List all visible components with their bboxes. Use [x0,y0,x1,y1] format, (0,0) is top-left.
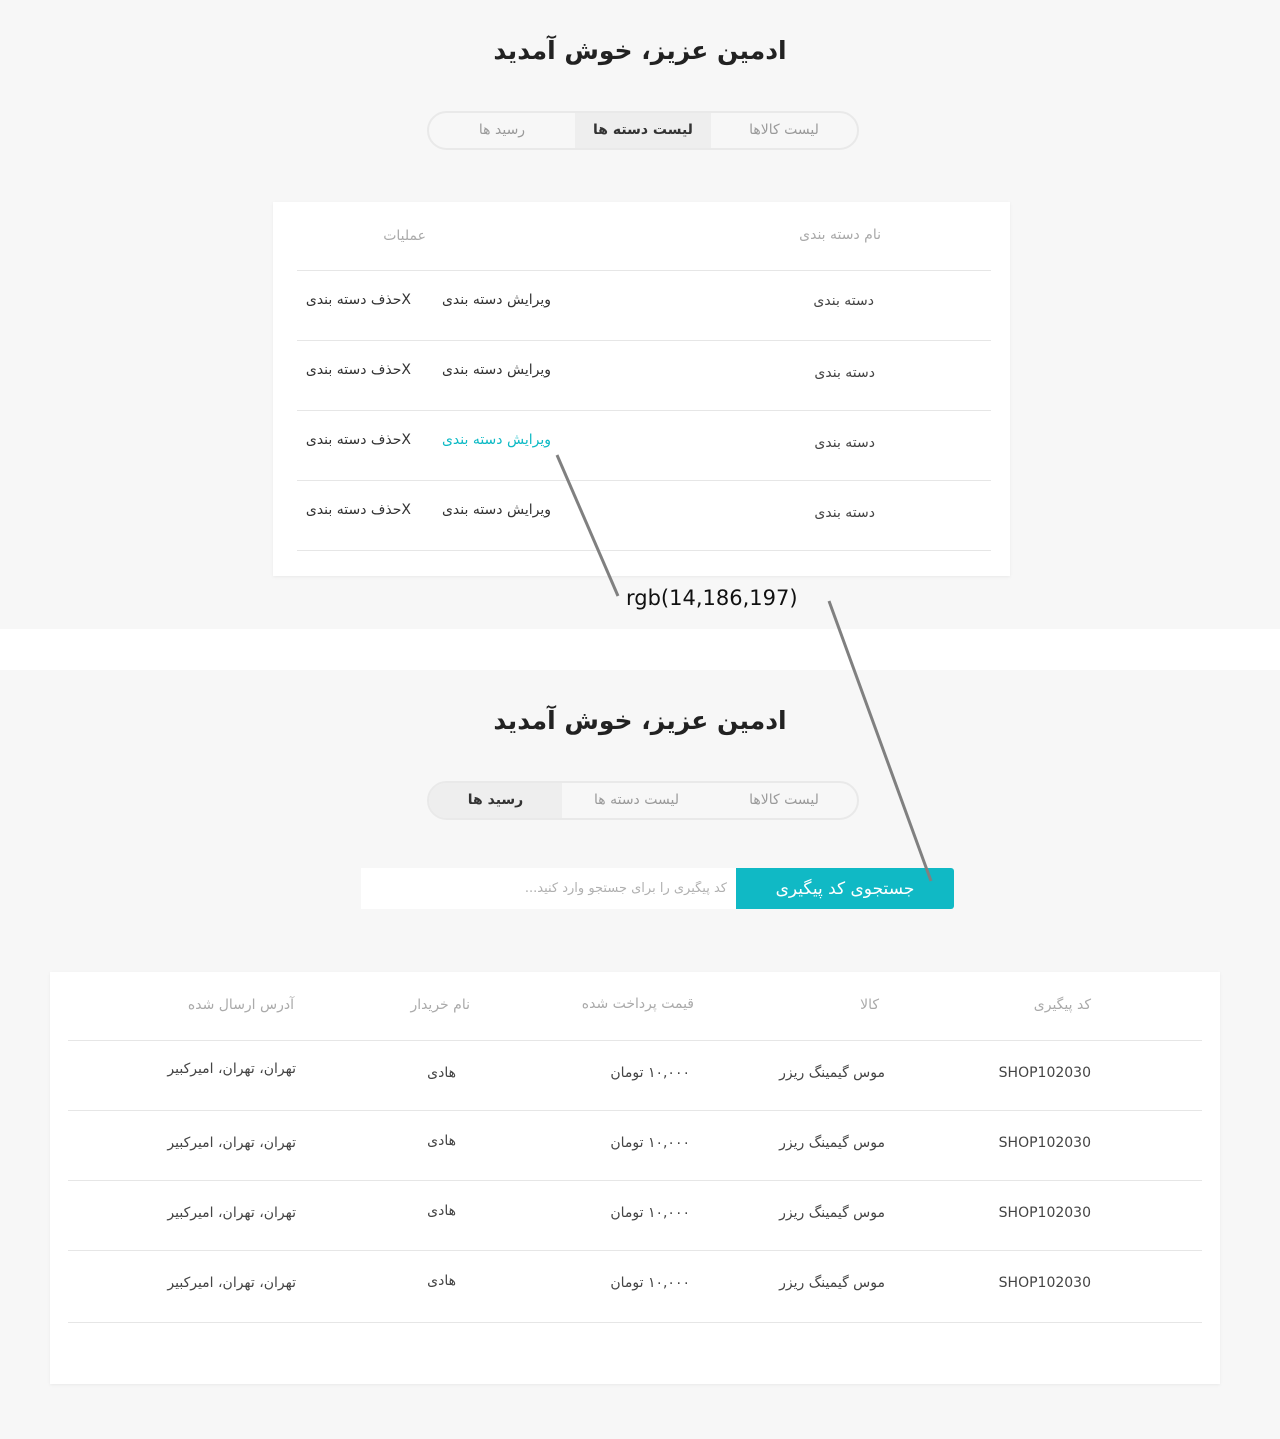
column-header-tracking-code: کد پیگیری [1033,997,1091,1013]
shipping-address: تهران، تهران، امیرکبیر [167,1135,296,1151]
welcome-heading: ادمین عزیز، خوش آمدید [493,706,787,735]
column-header-product: کالا [860,997,879,1013]
buyer-name: هادی [427,1273,456,1289]
buyer-name: هادی [427,1133,456,1149]
product-name: موس گیمینگ ریزر [779,1275,885,1291]
row-divider [68,1250,1202,1251]
column-header-actions: عملیات [383,228,426,244]
category-name: دسته بندی [814,505,875,521]
tab-products[interactable]: لیست کالاها [711,783,857,818]
shipping-address: تهران، تهران، امیرکبیر [167,1205,296,1221]
edit-category-link[interactable]: ویرایش دسته بندی [442,292,551,308]
categories-screen: ادمین عزیز، خوش آمدید لیست کالاها لیست د… [0,0,1280,629]
header-divider [297,270,991,271]
color-annotation-label: rgb(14,186,197) [626,586,798,610]
shipping-address: تهران، تهران، امیرکبیر [167,1275,296,1291]
categories-table: نام دسته بندی عملیات دسته بندی ویرایش دس… [273,202,1010,576]
tracking-code: SHOP102030 [998,1205,1091,1221]
delete-category-link[interactable]: Xحذف دسته بندی [306,502,411,518]
product-name: موس گیمینگ ریزر [779,1065,885,1081]
column-header-buyer-name: نام خریدار [410,997,470,1013]
edit-category-link[interactable]: ویرایش دسته بندی [442,502,551,518]
edit-category-link[interactable]: ویرایش دسته بندی [442,362,551,378]
column-header-shipping-address: آدرس ارسال شده [187,997,294,1013]
tab-categories[interactable]: لیست دسته ها [562,783,711,818]
paid-price: ۱۰,۰۰۰ تومان [610,1205,690,1221]
tab-receipts[interactable]: رسید ها [429,113,575,148]
tab-categories[interactable]: لیست دسته ها [575,113,711,148]
column-header-category-name: نام دسته بندی [799,227,881,243]
screen-separator [0,629,1280,670]
tracking-code: SHOP102030 [998,1275,1091,1291]
tracking-code-search-input[interactable] [361,868,737,909]
row-divider [297,550,991,551]
delete-category-link[interactable]: Xحذف دسته بندی [306,362,411,378]
buyer-name: هادی [427,1203,456,1219]
row-divider [297,480,991,481]
category-name: دسته بندی [814,435,875,451]
product-name: موس گیمینگ ریزر [779,1205,885,1221]
paid-price: ۱۰,۰۰۰ تومان [610,1065,690,1081]
tab-bar: لیست کالاها لیست دسته ها رسید ها [427,781,859,820]
category-name: دسته بندی [814,365,875,381]
row-divider [297,410,991,411]
category-name: دسته بندی [813,293,874,309]
delete-category-link[interactable]: Xحذف دسته بندی [306,432,411,448]
search-tracking-code-button[interactable]: جستجوی کد پیگیری [736,868,954,909]
row-divider [297,340,991,341]
row-divider [68,1110,1202,1111]
header-divider [68,1040,1202,1041]
buyer-name: هادی [427,1065,456,1081]
tab-bar: لیست کالاها لیست دسته ها رسید ها [427,111,859,150]
tracking-code: SHOP102030 [998,1135,1091,1151]
receipts-table: کد پیگیری کالا قیمت پرداخت شده نام خریدا… [50,972,1220,1384]
row-divider [68,1180,1202,1181]
tab-receipts[interactable]: رسید ها [429,783,562,818]
column-header-paid-price: قیمت پرداخت شده [581,996,694,1012]
row-divider [68,1322,1202,1323]
tracking-code: SHOP102030 [998,1065,1091,1081]
delete-category-link[interactable]: Xحذف دسته بندی [306,292,411,308]
paid-price: ۱۰,۰۰۰ تومان [610,1275,690,1291]
shipping-address: تهران، تهران، امیرکبیر [167,1061,296,1077]
welcome-heading: ادمین عزیز، خوش آمدید [493,36,787,65]
product-name: موس گیمینگ ریزر [779,1135,885,1151]
tab-products[interactable]: لیست کالاها [711,113,857,148]
edit-category-link[interactable]: ویرایش دسته بندی [442,432,551,448]
paid-price: ۱۰,۰۰۰ تومان [610,1135,690,1151]
